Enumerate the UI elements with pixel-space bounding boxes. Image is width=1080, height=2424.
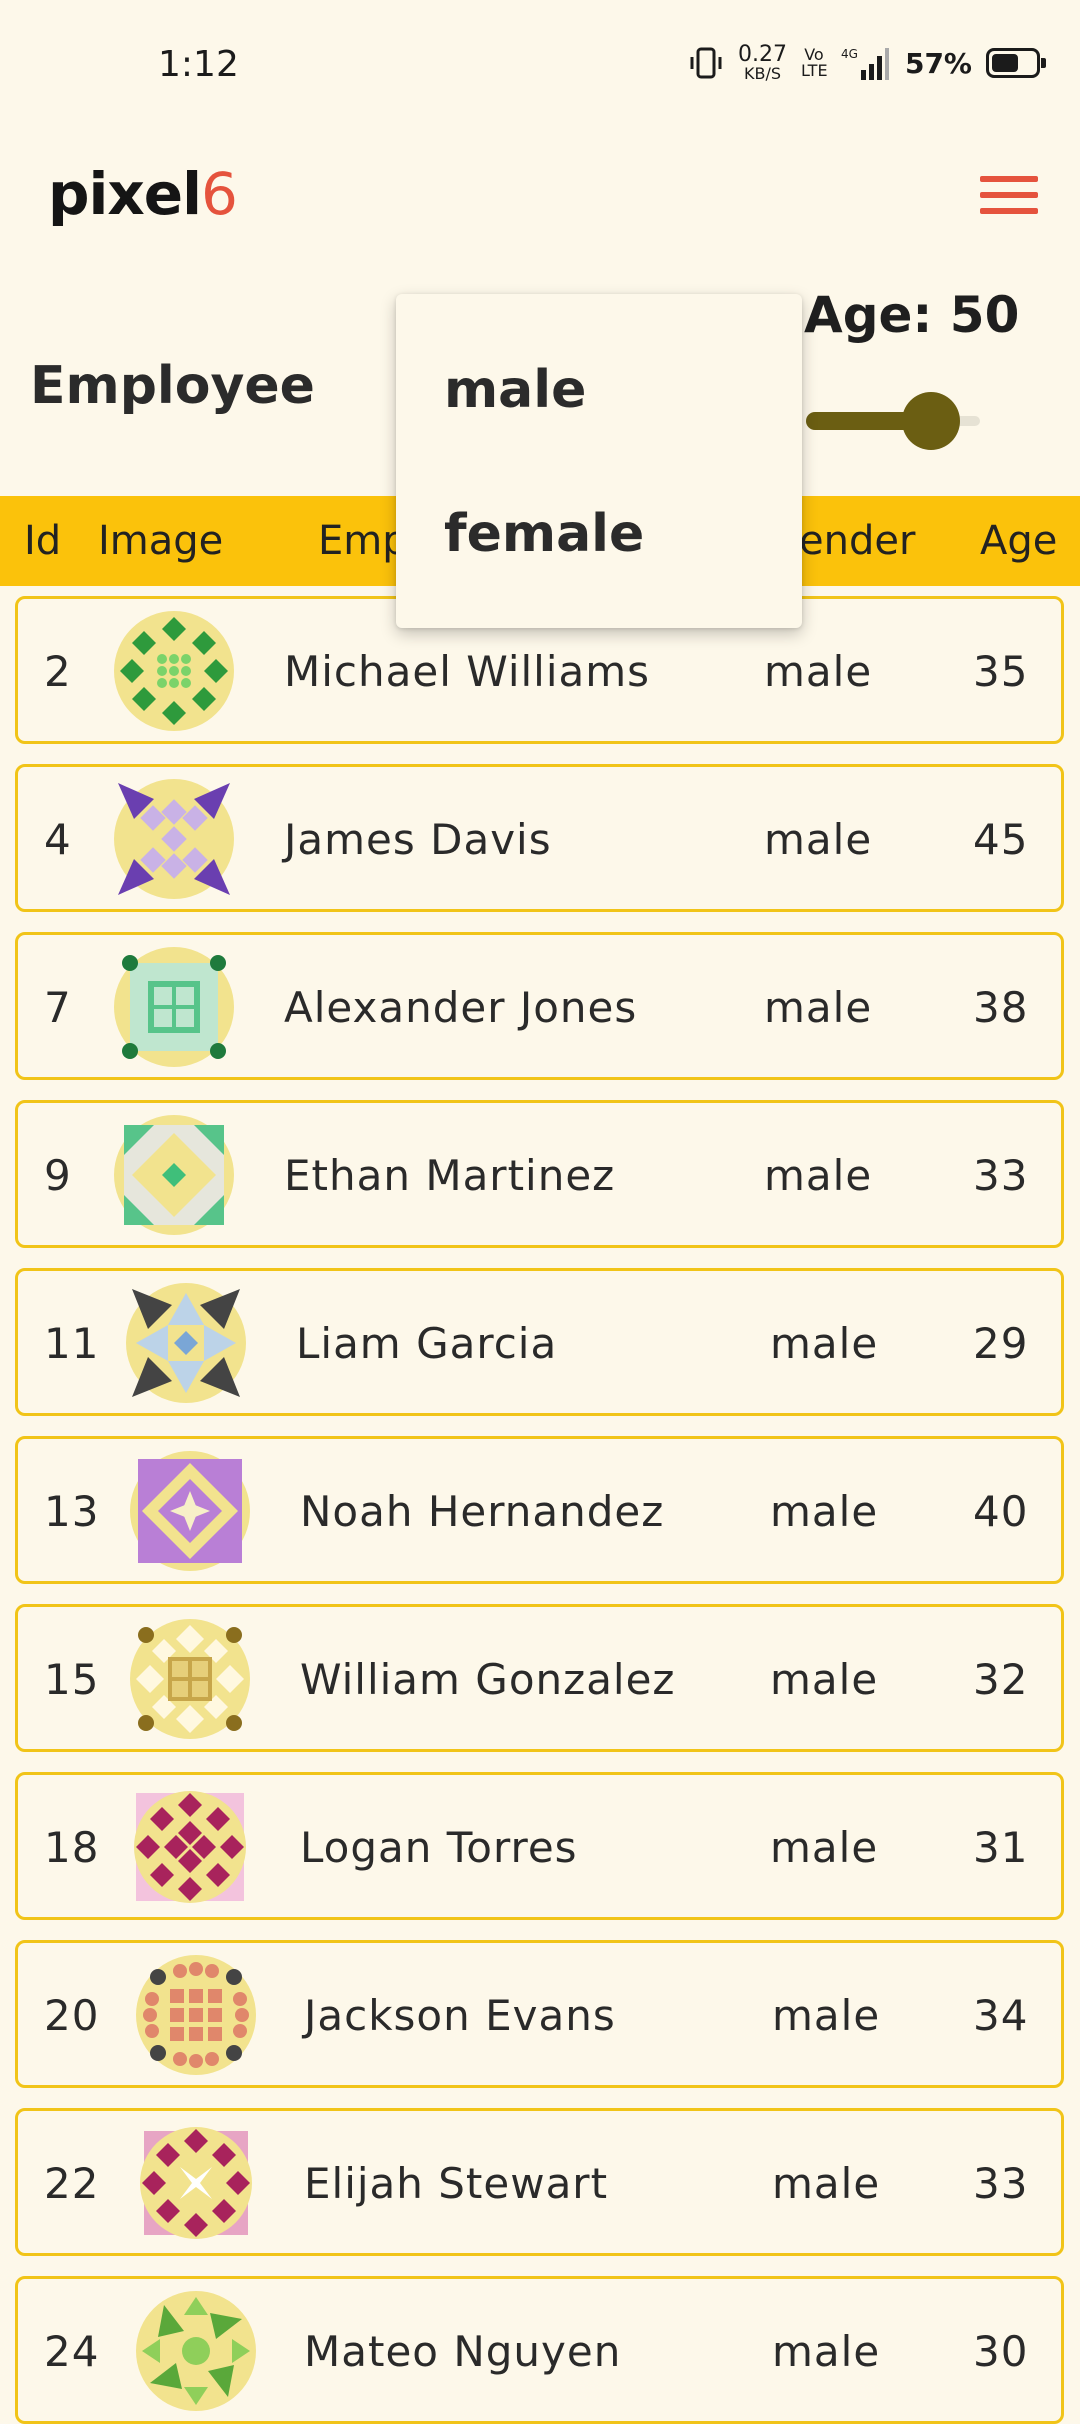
vibrate-icon xyxy=(690,47,722,79)
net-speed-value: 0.27 xyxy=(737,42,787,67)
row-gender: male xyxy=(772,2159,881,2208)
row-id: 4 xyxy=(44,815,72,864)
table-row[interactable]: 9 Ethan Martinez male 33 xyxy=(15,1100,1064,1248)
row-id: 24 xyxy=(44,2327,100,2376)
age-filter-label: Age: 50 xyxy=(804,286,1020,344)
row-name: Elijah Stewart xyxy=(304,2159,609,2208)
row-age: 33 xyxy=(973,2159,1029,2208)
dropdown-option-female[interactable]: female xyxy=(444,504,644,564)
row-name: Liam Garcia xyxy=(296,1319,558,1368)
salmon-dots-quilt-icon xyxy=(136,1955,256,2075)
row-age: 34 xyxy=(973,1991,1029,2040)
row-gender: male xyxy=(764,983,873,1032)
volte-indicator: Vo LTE xyxy=(800,45,828,80)
row-name: James Davis xyxy=(284,815,552,864)
battery-percent: 57% xyxy=(904,46,972,80)
olive-quilt-icon xyxy=(130,1619,250,1739)
row-name: Logan Torres xyxy=(300,1823,578,1872)
row-age: 29 xyxy=(973,1319,1029,1368)
row-gender: male xyxy=(770,1487,879,1536)
row-name: Noah Hernandez xyxy=(300,1487,665,1536)
table-row[interactable]: 13 Noah Hernandez male 40 xyxy=(15,1436,1064,1584)
status-time: 1:12 xyxy=(158,44,239,85)
age-slider[interactable] xyxy=(806,392,980,452)
row-age: 30 xyxy=(973,2327,1029,2376)
row-gender: male xyxy=(764,1151,873,1200)
app-logo: pixel6 xyxy=(48,160,238,228)
row-name: Michael Williams xyxy=(284,647,651,696)
teal-diamond-quilt-icon xyxy=(114,1115,234,1235)
leaf-quilt-icon xyxy=(136,2291,256,2411)
row-id: 13 xyxy=(44,1487,100,1536)
row-gender: male xyxy=(772,1991,881,2040)
signal-icon: 4G xyxy=(841,47,889,80)
row-gender: male xyxy=(764,647,873,696)
row-age: 31 xyxy=(973,1823,1029,1872)
row-age: 33 xyxy=(973,1151,1029,1200)
purple-quilt-icon xyxy=(114,779,234,899)
row-id: 11 xyxy=(44,1319,100,1368)
row-age: 38 xyxy=(973,983,1029,1032)
row-id: 20 xyxy=(44,1991,100,2040)
green-quilt-icon xyxy=(114,611,234,731)
row-age: 45 xyxy=(973,815,1029,864)
svg-text:4G: 4G xyxy=(841,47,858,61)
maroon-quilt-icon xyxy=(140,2127,252,2239)
logo-accent: 6 xyxy=(201,160,238,228)
logo-text: pixel xyxy=(48,160,202,228)
table-row[interactable]: 20 Jackson Evans male 34 xyxy=(15,1940,1064,2088)
row-gender: male xyxy=(772,2327,881,2376)
dropdown-option-male[interactable]: male xyxy=(444,360,586,420)
row-age: 35 xyxy=(973,647,1029,696)
column-image[interactable]: Image xyxy=(98,518,223,564)
table-row[interactable]: 15 William Gonzalez male 32 xyxy=(15,1604,1064,1752)
row-name: William Gonzalez xyxy=(300,1655,676,1704)
row-age: 40 xyxy=(973,1487,1029,1536)
row-id: 7 xyxy=(44,983,72,1032)
network-speed: 0.27 KB/S xyxy=(738,44,787,82)
employee-filter-label: Employee xyxy=(30,356,315,416)
row-id: 2 xyxy=(44,647,72,696)
hamburger-menu-icon[interactable] xyxy=(980,176,1038,222)
row-name: Ethan Martinez xyxy=(284,1151,616,1200)
row-name: Mateo Nguyen xyxy=(304,2327,622,2376)
table-row[interactable]: 24 Mateo Nguyen male 30 xyxy=(15,2276,1064,2424)
row-gender: male xyxy=(770,1655,879,1704)
row-name: Jackson Evans xyxy=(304,1991,616,2040)
row-id: 9 xyxy=(44,1151,72,1200)
row-name: Alexander Jones xyxy=(284,983,638,1032)
table-row[interactable]: 7 Alexander Jones male 38 xyxy=(15,932,1064,1080)
row-gender: male xyxy=(770,1319,879,1368)
row-gender: male xyxy=(764,815,873,864)
row-id: 18 xyxy=(44,1823,100,1872)
battery-icon xyxy=(986,48,1046,78)
column-id[interactable]: Id xyxy=(24,518,61,564)
row-gender: male xyxy=(770,1823,879,1872)
table-row[interactable]: 4 James Davis male 45 xyxy=(15,764,1064,912)
row-id: 15 xyxy=(44,1655,100,1704)
status-icons: 0.27 KB/S Vo LTE 4G 57% xyxy=(688,44,1046,82)
column-age[interactable]: Age xyxy=(980,518,1057,564)
table-row[interactable]: 22 Elijah Stewart male 33 xyxy=(15,2108,1064,2256)
violet-quilt-icon xyxy=(130,1451,250,1571)
row-id: 22 xyxy=(44,2159,100,2208)
row-age: 32 xyxy=(973,1655,1029,1704)
status-bar: 1:12 0.27 KB/S Vo LTE 4G 57% xyxy=(0,0,1080,136)
gray-pinwheel-quilt-icon xyxy=(126,1283,246,1403)
table-row[interactable]: 11 Liam Garcia male 29 xyxy=(15,1268,1064,1416)
table-row[interactable]: 18 Logan Torres male 31 xyxy=(15,1772,1064,1920)
gender-dropdown-menu: male female xyxy=(396,294,802,628)
slider-thumb[interactable] xyxy=(902,392,960,450)
net-speed-unit: KB/S xyxy=(743,64,781,83)
magenta-quilt-icon xyxy=(134,1791,246,1903)
mint-quilt-icon xyxy=(114,947,234,1067)
